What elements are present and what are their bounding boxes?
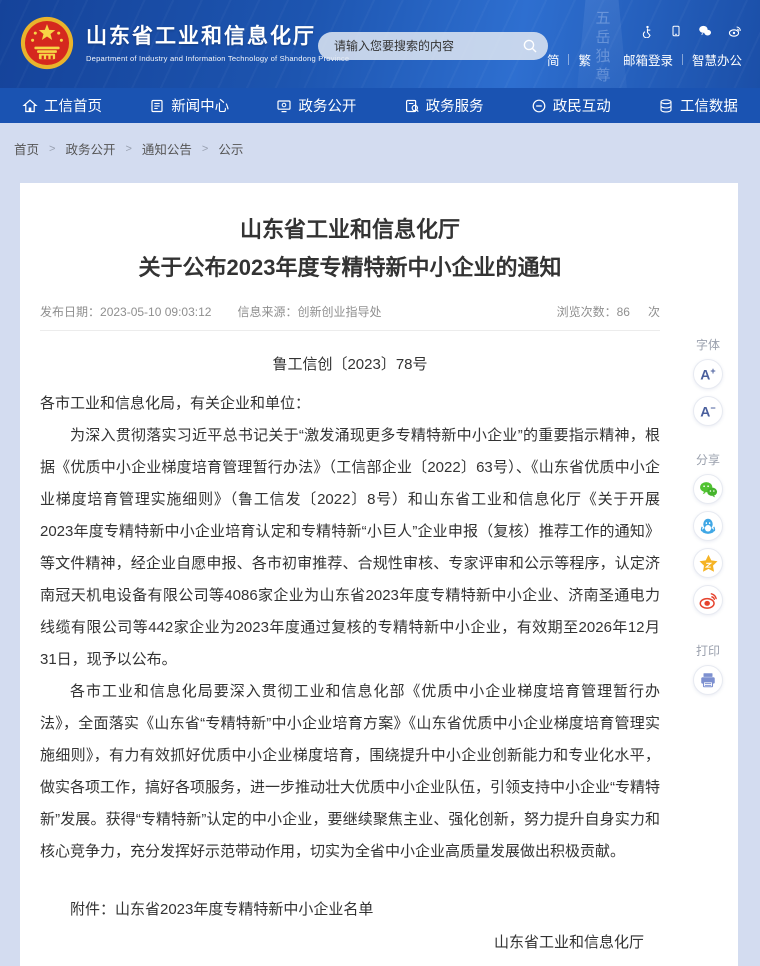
- source-value: 创新创业指导处: [297, 305, 381, 319]
- salutation: 各市工业和信息化局，有关企业和单位：: [40, 388, 660, 420]
- nav-item-label: 政民互动: [553, 95, 611, 116]
- breadcrumb-item-3[interactable]: 公示: [218, 139, 243, 158]
- agency-title-en: Department of Industry and Information T…: [86, 54, 349, 63]
- breadcrumb: 首页 > 政务公开 > 通知公告 > 公示: [0, 123, 760, 158]
- views-count: 86: [617, 305, 630, 319]
- mobile-icon[interactable]: [670, 25, 682, 37]
- breadcrumb-separator: >: [125, 143, 131, 155]
- breadcrumb-item-1[interactable]: 政务公开: [65, 139, 115, 158]
- breadcrumb-separator: >: [49, 143, 55, 155]
- breadcrumb-item-2[interactable]: 通知公告: [142, 139, 192, 158]
- portal-link-1[interactable]: 智慧办公: [692, 50, 742, 69]
- lang-link-1[interactable]: 繁: [578, 50, 591, 69]
- news-icon: [149, 98, 165, 114]
- monitor-icon: [276, 98, 292, 114]
- attachment-line[interactable]: 附件：山东省2023年度专精特新中小企业名单: [40, 898, 660, 919]
- views-unit: 次: [648, 305, 660, 319]
- nav-item-label: 工信首页: [44, 95, 102, 116]
- agency-title: 山东省工业和信息化厅: [86, 24, 349, 50]
- print-label: 打印: [696, 642, 720, 659]
- nav-item-label: 新闻中心: [171, 95, 229, 116]
- publish-date-label: 发布日期：: [40, 305, 100, 319]
- accessibility-icon[interactable]: [641, 25, 654, 38]
- header-quick-icons: [641, 24, 742, 38]
- font-increase-button[interactable]: A+: [693, 359, 723, 389]
- nav-item-label: 政务公开: [298, 95, 356, 116]
- breadcrumb-separator: >: [202, 143, 208, 155]
- article: 山东省工业和信息化厅 关于公布2023年度专精特新中小企业的通知 发布日期：20…: [20, 183, 738, 966]
- link-divider: [568, 54, 569, 65]
- nav-item-label: 政务服务: [426, 95, 484, 116]
- nav-item-data[interactable]: 工信数据: [658, 95, 738, 116]
- doc-search-icon: [404, 98, 420, 114]
- nav-item-gov-service[interactable]: 政务服务: [404, 95, 484, 116]
- nav-item-news[interactable]: 新闻中心: [149, 95, 229, 116]
- publish-date: 2023-05-10 09:03:12: [100, 305, 211, 319]
- portal-link-0[interactable]: 邮箱登录: [623, 50, 673, 69]
- font-label: 字体: [696, 336, 720, 353]
- signature-block: 山东省工业和信息化厅 2023年5月9日: [40, 927, 660, 966]
- wechat-small-icon[interactable]: [698, 24, 712, 38]
- qzone-icon[interactable]: [693, 548, 723, 578]
- search-icon[interactable]: [522, 38, 538, 54]
- signature-org: 山东省工业和信息化厅: [40, 927, 644, 959]
- paragraph: 为深入贯彻落实习近平总书记关于“激发涌现更多专精特新中小企业”的重要指示精神，根…: [40, 420, 660, 676]
- breadcrumb-band: 首页 > 政务公开 > 通知公告 > 公示: [0, 123, 760, 183]
- article-title: 山东省工业和信息化厅 关于公布2023年度专精特新中小企业的通知: [40, 211, 660, 287]
- nav-item-home[interactable]: 工信首页: [22, 95, 102, 116]
- share-label: 分享: [696, 451, 720, 468]
- views-label: 浏览次数：: [557, 305, 617, 319]
- search-box: [318, 32, 548, 60]
- database-icon: [658, 98, 674, 114]
- printer-icon[interactable]: [693, 665, 723, 695]
- tools-sidebar: 字体 A+ A− 分享 打印: [688, 336, 728, 702]
- weibo-small-icon[interactable]: [728, 24, 742, 38]
- nav-item-gov-info[interactable]: 政务公开: [276, 95, 356, 116]
- qq-icon[interactable]: [693, 511, 723, 541]
- chat-icon: [531, 98, 547, 114]
- site-header: 五岳独尊 山东省工业和信息化厅 Department of Industry a…: [0, 0, 760, 88]
- meta-divider: [40, 330, 660, 331]
- article-body: 各市工业和信息化局，有关企业和单位： 为深入贯彻落实习近平总书记关于“激发涌现更…: [40, 388, 660, 868]
- font-decrease-button[interactable]: A−: [693, 396, 723, 426]
- header-links: 简繁 邮箱登录智慧办公: [547, 50, 742, 69]
- article-meta: 发布日期：2023-05-10 09:03:12 信息来源：创新创业指导处 浏览次…: [40, 303, 660, 320]
- home-icon: [22, 98, 38, 114]
- paragraph: 各市工业和信息化局要深入贯彻工业和信息化部《优质中小企业梯度培育管理暂行办法》，…: [40, 676, 660, 868]
- link-divider: [682, 54, 683, 65]
- search-input[interactable]: [332, 38, 522, 54]
- national-emblem-logo[interactable]: [20, 12, 74, 74]
- breadcrumb-item-0[interactable]: 首页: [14, 139, 39, 158]
- wechat-icon[interactable]: [693, 474, 723, 504]
- source-label: 信息来源：: [237, 305, 297, 319]
- nav-item-interaction[interactable]: 政民互动: [531, 95, 611, 116]
- signature-date: 2023年5月9日: [40, 959, 644, 966]
- main-nav: 工信首页 新闻中心 政务公开 政务服务 政民互动 工信数据: [0, 88, 760, 123]
- lang-link-0[interactable]: 简: [547, 50, 560, 69]
- nav-item-label: 工信数据: [680, 95, 738, 116]
- doc-number: 鲁工信创〔2023〕78号: [40, 353, 660, 374]
- share-icons: [693, 474, 723, 622]
- weibo-icon[interactable]: [693, 585, 723, 615]
- content-card: 山东省工业和信息化厅 关于公布2023年度专精特新中小企业的通知 发布日期：20…: [20, 183, 738, 966]
